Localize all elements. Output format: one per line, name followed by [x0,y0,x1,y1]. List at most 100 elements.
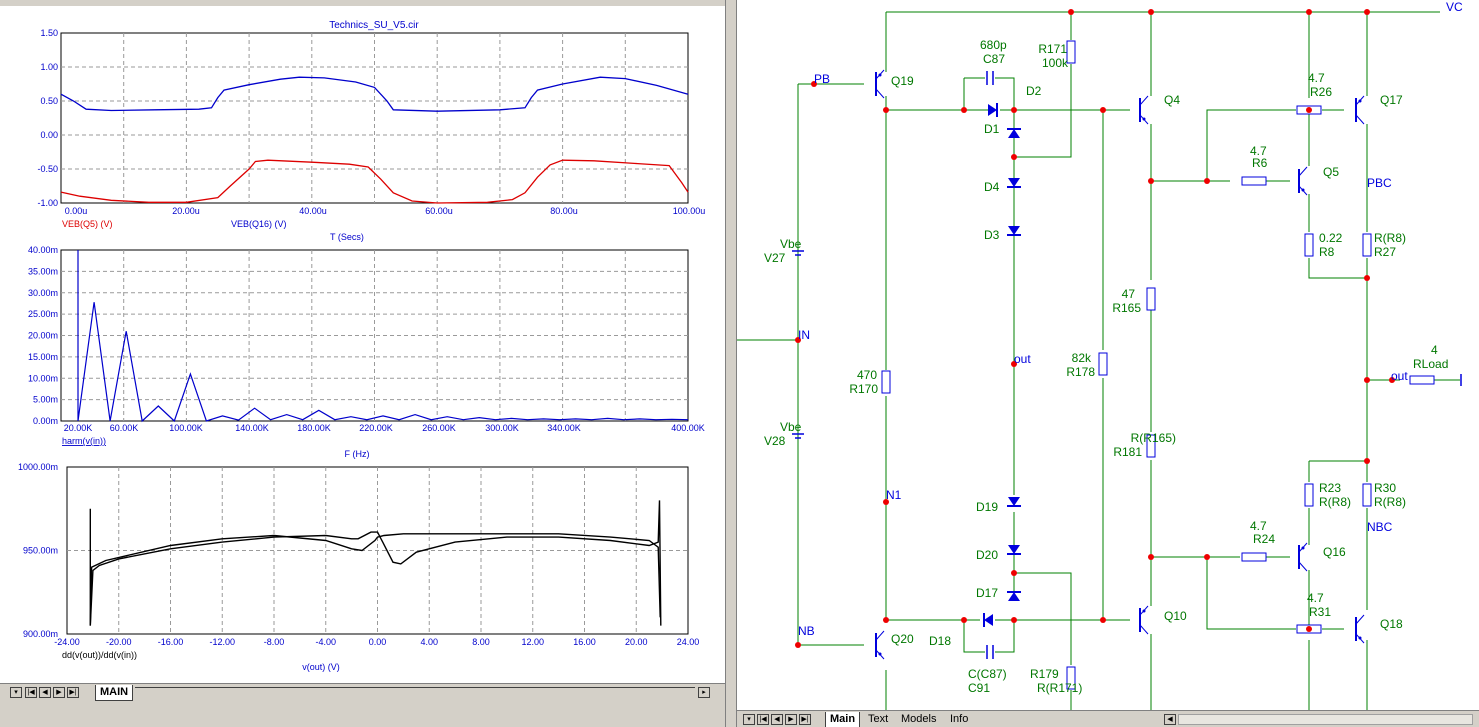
label-c91-value: C(C87) [968,667,1007,681]
transistor-lead [875,88,885,99]
transistor-arrow [878,73,882,77]
resistor[interactable] [1241,552,1267,562]
resistor[interactable] [881,370,891,394]
transistor-arrow [1358,99,1362,103]
label-r24-value: 4.7 [1250,519,1267,533]
diode[interactable] [1008,592,1020,601]
label-r26-value: 4.7 [1308,71,1325,85]
sch-tab-scroll-prev[interactable]: ◀ [771,714,783,725]
resistor[interactable] [1241,176,1267,186]
resistor[interactable] [1362,483,1372,507]
gain-trace-label[interactable]: dd(v(out))/dd(v(in)) [62,650,137,660]
bot-x-tick: -20.00 [106,637,132,647]
label-q20: Q20 [891,632,914,646]
sch-hscroll-track[interactable] [1178,714,1473,725]
resistor[interactable] [1409,375,1435,385]
sch-tab-text[interactable]: Text [864,712,892,727]
diode[interactable] [1008,497,1020,506]
sch-tab-scroll-first[interactable]: |◀ [757,714,769,725]
top-plot-grid [61,33,688,203]
junction-dot [1011,107,1017,113]
label-q10: Q10 [1164,609,1187,623]
mid-y-tick: 10.00m [28,373,58,383]
label-q19: Q19 [891,74,914,88]
trace-label-red[interactable]: VEB(Q5) (V) [62,219,113,229]
bot-x-tick: 16.00 [573,637,596,647]
junction-dot [1204,178,1210,184]
bot-x-tick: 4.00 [420,637,438,647]
wire [1014,572,1072,665]
junction-dot [1148,9,1154,15]
label-r165: R165 [1112,301,1141,315]
diode[interactable] [1008,545,1020,554]
mid-y-tick: 35.00m [28,266,58,276]
transistor-arrow [1142,117,1146,121]
label-r26: R26 [1310,85,1332,99]
sch-tab-main[interactable]: Main [825,712,861,727]
mid-x-tick: 140.00K [235,423,269,433]
resistor[interactable] [1304,483,1314,507]
junction-dot [1011,570,1017,576]
sch-tab-scroll-next[interactable]: ▶ [785,714,797,725]
wire [1206,557,1296,630]
diode[interactable] [1008,226,1020,235]
sch-tab-models[interactable]: Models [897,712,940,727]
tab-scroll-next[interactable]: ▶ [53,687,65,698]
node-pbc: PBC [1367,176,1392,190]
mid-y-tick: 5.00m [33,395,58,405]
resistor[interactable] [1146,287,1156,311]
resistor[interactable] [1304,233,1314,257]
tab-scroll-menu[interactable]: ▾ [10,687,22,698]
mid-x-tick: 100.00K [169,423,203,433]
window-splitter[interactable] [725,0,737,727]
label-r27-value: R(R8) [1374,231,1406,245]
tab-main[interactable]: MAIN [95,685,134,701]
bot-x-tick: -4.00 [315,637,336,647]
junction-dot [1306,626,1312,632]
transistor-lead [1298,166,1308,177]
sch-tab-info[interactable]: Info [946,712,972,727]
junction-dot [795,642,801,648]
label-r179-value: R(R171) [1037,681,1082,695]
mid-x-tick: 180.00K [297,423,331,433]
label-r171-value: 100k [1042,56,1069,70]
label-r181: R181 [1113,445,1142,459]
sch-hscroll-left[interactable]: ◀ [1164,714,1176,725]
label-q17: Q17 [1380,93,1403,107]
mid-x-tick: 60.00K [110,423,139,433]
bot-x-tick: 24.00 [677,637,700,647]
tab-scroll-last[interactable]: ▶| [67,687,79,698]
top-x-tick: 100.00u [673,206,706,216]
label-r30: R30 [1374,481,1396,495]
tab-scroll-prev[interactable]: ◀ [39,687,51,698]
bot-x-label: v(out) (V) [302,662,340,672]
diode[interactable] [988,104,997,116]
label-d4: D4 [984,180,1000,194]
bot-x-tick: 0.00 [369,637,387,647]
label-d17: D17 [976,586,998,600]
resistor[interactable] [1362,233,1372,257]
trace-label-blue[interactable]: VEB(Q16) (V) [231,219,287,229]
tab-bar-scroll-right[interactable]: ▸ [698,687,710,698]
harm-trace-label[interactable]: harm(v(in)) [62,436,106,446]
transistor-arrow [1301,188,1305,192]
label-r8-value: 0.22 [1319,231,1343,245]
top-plot-x-ticks: 0.00u 20.00u 40.00u 60.00u 80.00u 100.00u [65,206,706,216]
resistor[interactable] [1066,40,1076,64]
label-r30-value: R(R8) [1374,495,1406,509]
sch-tab-scroll-last[interactable]: ▶| [799,714,811,725]
label-r31: R31 [1309,605,1331,619]
top-x-tick: 20.00u [172,206,200,216]
tab-scroll-first[interactable]: |◀ [25,687,37,698]
mid-y-tick: 15.00m [28,352,58,362]
analysis-plot-window: Technics_SU_V5.cir 1.50 1.00 0.50 0.00 -0.50… [0,0,725,727]
resistor[interactable] [1098,352,1108,376]
diode[interactable] [984,614,993,626]
node-in: IN [798,328,810,342]
node-pb: PB [814,72,830,86]
transistor-lead [875,630,885,641]
transistor-lead [1139,624,1149,635]
diode[interactable] [1008,178,1020,187]
sch-tab-scroll-menu[interactable]: ▾ [743,714,755,725]
diode[interactable] [1008,129,1020,138]
